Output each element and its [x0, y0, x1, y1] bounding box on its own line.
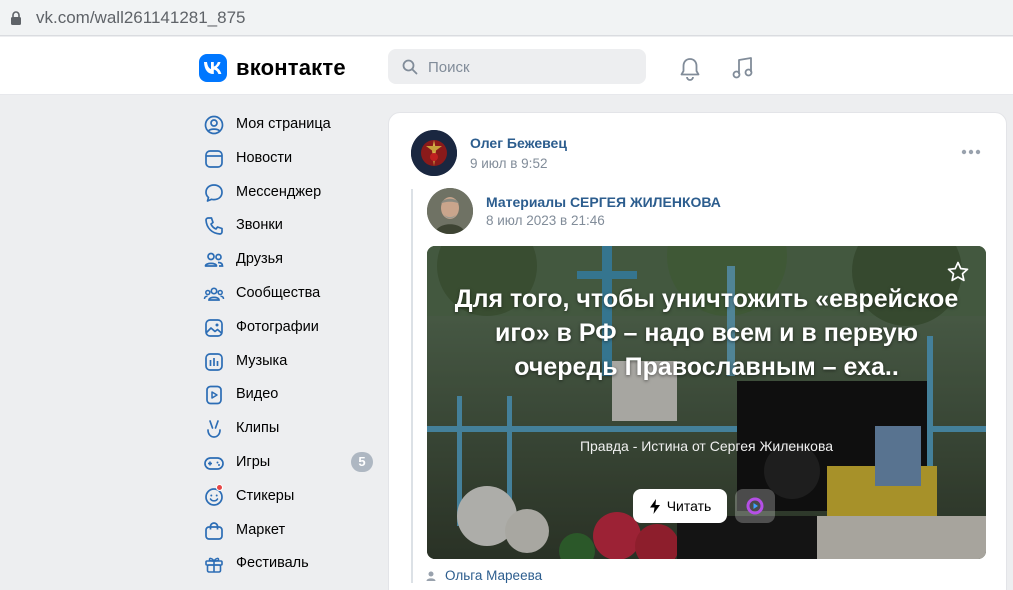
communities-icon [203, 287, 225, 301]
sidebar-item-label: Стикеры [236, 487, 295, 504]
repost-author-avatar[interactable] [427, 188, 473, 234]
user-small-icon [426, 571, 436, 581]
article-source: Правда - Истина от Сергея Жиленкова [579, 438, 834, 454]
sidebar-item-label: Музыка [236, 352, 288, 369]
post-date[interactable]: 9 июл в 9:52 [470, 156, 547, 171]
sidebar-item-label: Фестиваль [236, 555, 309, 572]
vk-logo-icon[interactable] [199, 54, 227, 82]
vk-logo-text[interactable]: вконтакте [236, 55, 346, 81]
sidebar-item-photos[interactable]: Фотографии [199, 310, 379, 344]
sidebar-item-label: Звонки [236, 217, 283, 234]
notification-dot [216, 483, 223, 491]
sidebar-item-label: Видео [236, 386, 279, 403]
music-nav-icon [205, 352, 223, 371]
browser-address-bar[interactable]: vk.com/wall261141281_875 [0, 0, 1013, 36]
sidebar-item-communities[interactable]: Сообщества [199, 276, 379, 310]
bell-icon[interactable] [679, 57, 701, 81]
read-article-button[interactable]: Читать [633, 489, 727, 523]
sidebar-item-label: Фотографии [236, 318, 319, 335]
sidebar-item-news[interactable]: Новости [199, 141, 379, 175]
sidebar-item-stickers[interactable]: Стикеры [199, 479, 379, 513]
app-logo-icon [746, 497, 764, 515]
sidebar-item-messenger[interactable]: Мессенджер [199, 175, 379, 209]
sidebar-item-my-page[interactable]: Моя страница [199, 107, 379, 141]
games-icon [204, 457, 224, 470]
sidebar-item-label: Мессенджер [236, 183, 322, 200]
post-author-name[interactable]: Олег Бежевец [470, 135, 567, 151]
search-input[interactable] [428, 57, 628, 77]
lightning-icon [649, 498, 660, 514]
sidebar-item-video[interactable]: Видео [199, 377, 379, 411]
star-bookmark-icon[interactable] [946, 260, 970, 284]
sidebar-item-clips[interactable]: Клипы [199, 411, 379, 445]
url-text[interactable]: vk.com/wall261141281_875 [36, 8, 246, 28]
sidebar-item-label: Друзья [236, 251, 284, 268]
more-options-icon[interactable] [961, 149, 981, 155]
sidebar-item-games[interactable]: Игры 5 [199, 445, 379, 479]
search-icon [402, 59, 418, 75]
sidebar-nav: Моя страница Новости Мессенджер Звонки Д… [199, 107, 379, 580]
sidebar-item-label: Игры [236, 453, 271, 470]
search-box[interactable] [388, 49, 646, 84]
app-action-button[interactable] [735, 489, 775, 523]
repost-date[interactable]: 8 июл 2023 в 21:46 [486, 213, 605, 228]
sidebar-item-music[interactable]: Музыка [199, 344, 379, 378]
user-icon [204, 115, 224, 135]
sidebar-item-market[interactable]: Маркет [199, 513, 379, 547]
sidebar-item-label: Клипы [236, 420, 280, 437]
lock-icon [11, 11, 21, 25]
friends-icon [204, 252, 224, 268]
sidebar-item-label: Сообщества [236, 284, 321, 301]
sidebar-item-friends[interactable]: Друзья [199, 242, 379, 276]
games-count-badge: 5 [351, 451, 373, 472]
phone-icon [205, 217, 223, 236]
repost-indicator-line [411, 189, 413, 583]
article-snippet[interactable]: Для того, чтобы уничтожить «еврейское иг… [427, 246, 986, 559]
sidebar-item-label: Маркет [236, 521, 286, 538]
sidebar-item-festival[interactable]: Фестиваль [199, 546, 379, 580]
vk-logo-mark-icon [204, 62, 222, 74]
article-title[interactable]: Для того, чтобы уничтожить «еврейское иг… [447, 282, 966, 384]
vk-header: вконтакте [0, 37, 1013, 95]
author-avatar[interactable] [411, 130, 457, 176]
signed-by-user[interactable]: Ольга Мареева [445, 568, 542, 583]
sidebar-item-label: Моя страница [236, 116, 331, 132]
clips-icon [207, 420, 221, 439]
read-button-label: Читать [666, 498, 712, 514]
sidebar-item-label: Новости [236, 149, 293, 166]
repost-author-name[interactable]: Материалы СЕРГЕЯ ЖИЛЕНКОВА [486, 194, 721, 210]
news-icon [205, 149, 223, 168]
music-icon[interactable] [731, 56, 755, 80]
avatar-emblem-icon [411, 130, 457, 176]
message-icon [205, 183, 223, 202]
photo-icon [205, 318, 223, 337]
market-icon [205, 521, 223, 540]
sidebar-item-calls[interactable]: Звонки [199, 208, 379, 242]
avatar-photo-icon [427, 188, 473, 234]
video-icon [206, 386, 222, 405]
gift-icon [205, 558, 223, 574]
wall-post-card: Олег Бежевец 9 июл в 9:52 Материалы СЕРГ… [388, 112, 1007, 590]
